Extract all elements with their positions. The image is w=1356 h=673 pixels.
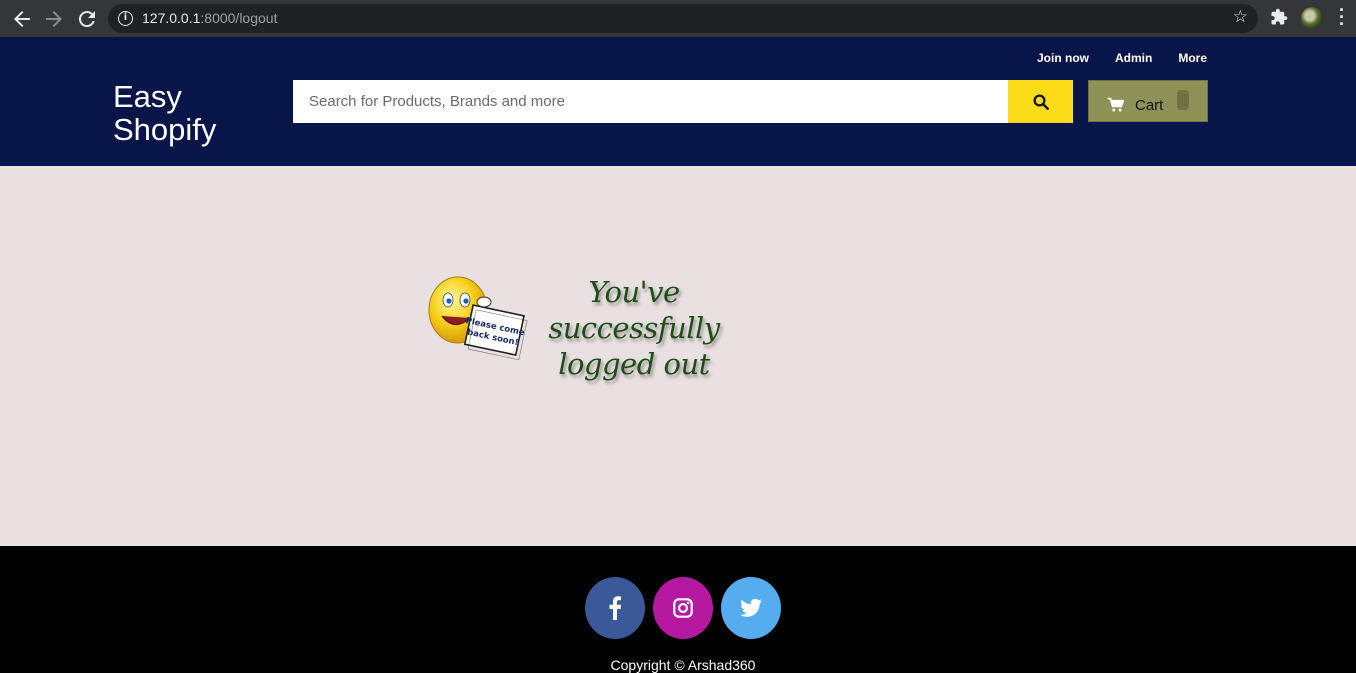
logout-message-line-1: You've successfully xyxy=(548,275,720,345)
back-icon[interactable] xyxy=(10,7,34,31)
instagram-icon xyxy=(673,598,693,618)
forward-icon[interactable] xyxy=(42,7,66,31)
site-footer: Copyright © Arshad360 xyxy=(0,546,1356,673)
profile-avatar[interactable] xyxy=(1301,7,1323,29)
cart-count-badge xyxy=(1177,90,1189,110)
url-text[interactable]: 127.0.0.1:8000/logout xyxy=(142,10,277,26)
main-content: Please come back soon! You've successful… xyxy=(0,166,1356,546)
cart-icon xyxy=(1107,97,1124,112)
reload-icon[interactable] xyxy=(75,7,99,31)
cart-button[interactable]: Cart xyxy=(1088,80,1208,122)
more-link[interactable]: More xyxy=(1178,51,1207,65)
star-icon[interactable]: ☆ xyxy=(1233,7,1248,27)
admin-link[interactable]: Admin xyxy=(1115,51,1152,65)
search-icon xyxy=(1033,94,1049,110)
search-bar xyxy=(293,80,1073,123)
twitter-button[interactable] xyxy=(721,577,781,639)
site-header: Join now Admin More Easy Shopify Cart xyxy=(0,37,1356,166)
menu-icon[interactable]: · · · xyxy=(1338,1,1346,33)
facebook-button[interactable] xyxy=(585,577,645,639)
top-nav: Join now Admin More xyxy=(1037,51,1207,65)
join-now-link[interactable]: Join now xyxy=(1037,51,1089,65)
cart-label: Cart xyxy=(1135,96,1164,114)
brand-line-2: Shopify xyxy=(113,112,217,147)
extensions-icon[interactable] xyxy=(1270,8,1290,28)
instagram-button[interactable] xyxy=(653,577,713,639)
twitter-icon xyxy=(740,598,762,617)
search-input[interactable] xyxy=(293,80,1008,123)
facebook-icon xyxy=(609,596,622,620)
brand-line-1: Easy xyxy=(113,79,182,114)
logout-image: Please come back soon! You've successful… xyxy=(424,266,764,381)
info-icon[interactable]: i xyxy=(118,11,133,26)
logout-message: You've successfully logged out xyxy=(509,274,759,382)
logout-message-line-2: logged out xyxy=(558,347,710,381)
copyright-text: Copyright © Arshad360 xyxy=(610,657,756,673)
browser-toolbar: i 127.0.0.1:8000/logout ☆ · · · xyxy=(0,0,1356,37)
address-bar[interactable]: i 127.0.0.1:8000/logout ☆ xyxy=(108,4,1258,33)
social-links xyxy=(585,577,781,639)
brand-logo[interactable]: Easy Shopify xyxy=(113,80,253,146)
search-button[interactable] xyxy=(1008,80,1073,123)
